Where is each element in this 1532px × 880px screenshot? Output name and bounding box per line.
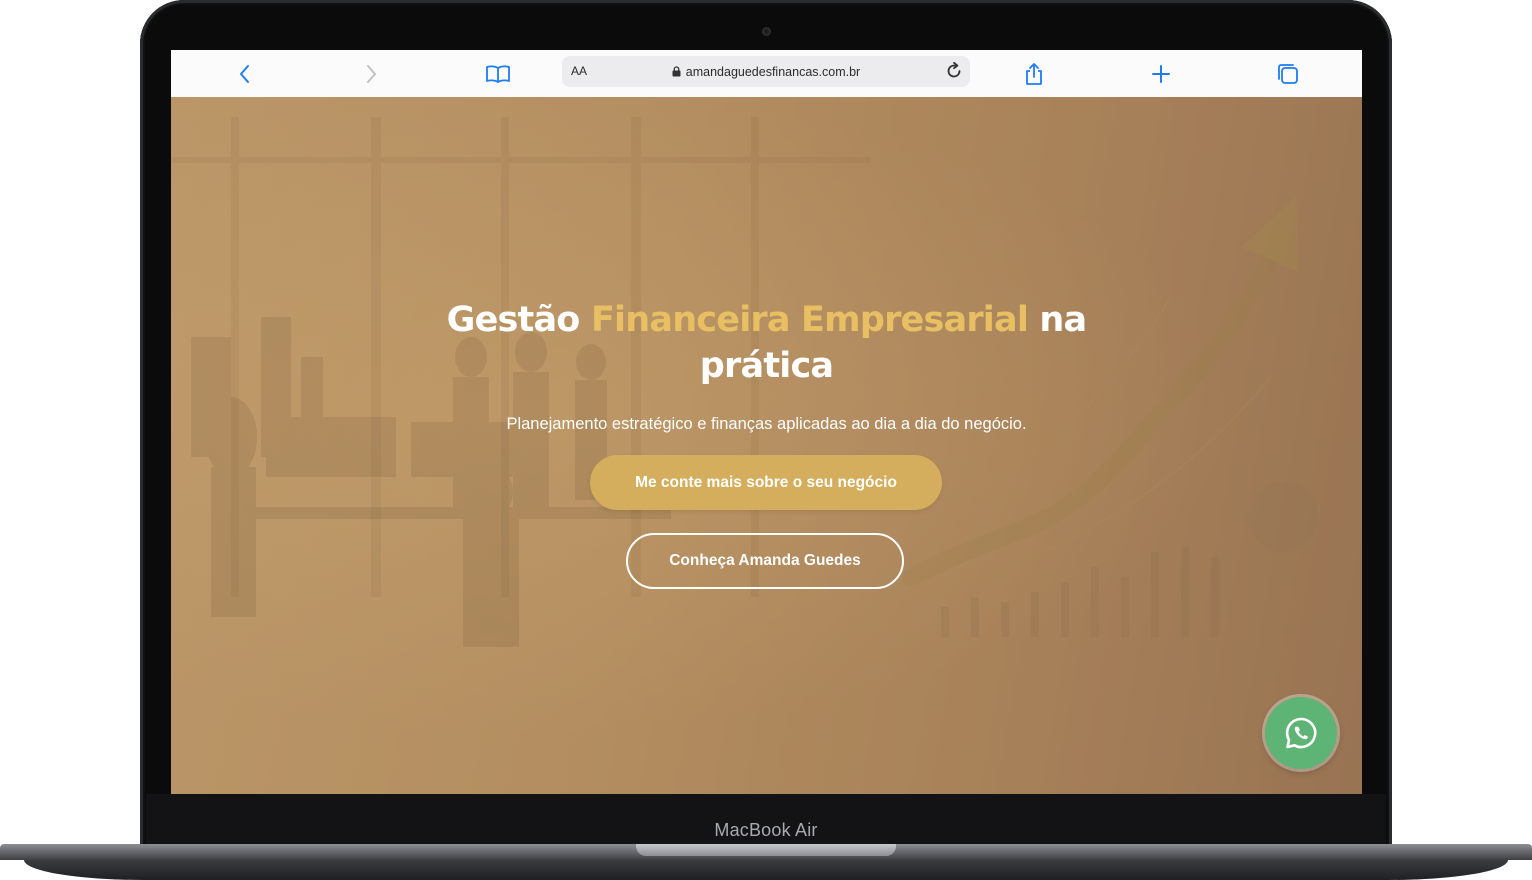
device-brand-label: MacBook Air [714,820,818,840]
bookmarks-button[interactable] [482,58,514,90]
hero-title-highlight: Financeira Empresarial [590,300,1029,340]
secondary-cta-button[interactable]: Conheça Amanda Guedes [626,533,904,589]
share-button[interactable] [1018,58,1050,90]
hero-title-part2: na [1039,300,1087,340]
forward-icon [367,65,376,83]
forward-button[interactable] [355,58,387,90]
hero-title-line2: prática [699,346,834,386]
hero-title-part1: Gestão [446,300,581,340]
lock-icon [672,66,681,77]
tabs-button[interactable] [1272,58,1304,90]
url-text: amandaguedesfinancas.com.br [685,65,861,79]
hero-title: Gestão Financeira Empresarial na prática [171,297,1362,389]
browser-toolbar: AA amandaguedesfinancas.com.br [171,50,1362,98]
opening-notch [636,844,896,856]
hero-overlay [171,97,1362,794]
whatsapp-icon [1285,717,1317,749]
url-display[interactable]: amandaguedesfinancas.com.br [562,65,970,79]
share-icon [1026,63,1042,85]
address-bar[interactable]: AA amandaguedesfinancas.com.br [562,56,970,87]
new-tab-button[interactable] [1145,58,1177,90]
reload-button[interactable] [944,61,964,86]
back-button[interactable] [229,58,261,90]
laptop-base [0,844,1532,880]
primary-cta-button[interactable]: Me conte mais sobre o seu negócio [590,455,942,510]
whatsapp-button[interactable] [1265,697,1337,769]
back-icon [240,65,249,83]
camera [762,27,771,36]
bookmarks-icon [486,65,510,83]
hero-section: Gestão Financeira Empresarial na prática… [171,97,1362,794]
new-tab-icon [1152,65,1170,83]
hero-subtitle: Planejamento estratégico e finanças apli… [506,415,1027,433]
browser-screen: AA amandaguedesfinancas.com.br Gestão Fi… [171,50,1362,794]
tabs-icon [1278,64,1298,84]
reload-icon [947,61,961,78]
